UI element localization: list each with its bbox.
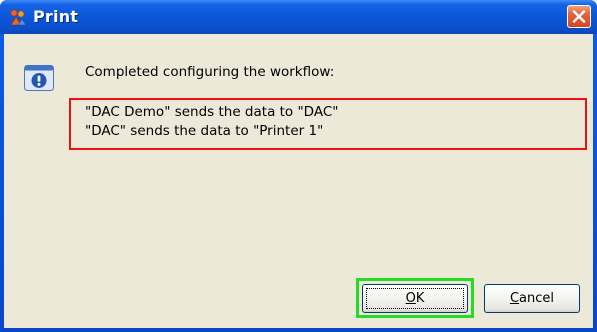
cancel-button[interactable]: Cancel: [484, 284, 580, 313]
message-heading: Completed configuring the workflow:: [85, 64, 335, 80]
ok-button-label: K: [415, 291, 425, 306]
ok-button-mnemonic: O: [405, 291, 416, 306]
workflow-detail-line: "DAC" sends the data to "Printer 1": [85, 123, 324, 139]
close-icon: [572, 10, 586, 23]
info-icon: [24, 65, 54, 91]
window-title: Print: [33, 7, 79, 26]
print-dialog: Print Completed configuring the workflow…: [0, 0, 597, 332]
close-button[interactable]: [567, 5, 591, 28]
cancel-button-label: ancel: [519, 291, 555, 306]
print-app-icon: [10, 9, 27, 26]
ok-button[interactable]: OK: [362, 284, 468, 313]
dialog-body: Completed configuring the workflow: "DAC…: [4, 34, 593, 328]
workflow-detail-line: "DAC Demo" sends the data to "DAC": [85, 104, 339, 120]
workflow-details: "DAC Demo" sends the data to "DAC" "DAC"…: [69, 98, 587, 150]
cancel-button-mnemonic: C: [509, 291, 520, 306]
title-bar[interactable]: Print: [0, 0, 597, 34]
